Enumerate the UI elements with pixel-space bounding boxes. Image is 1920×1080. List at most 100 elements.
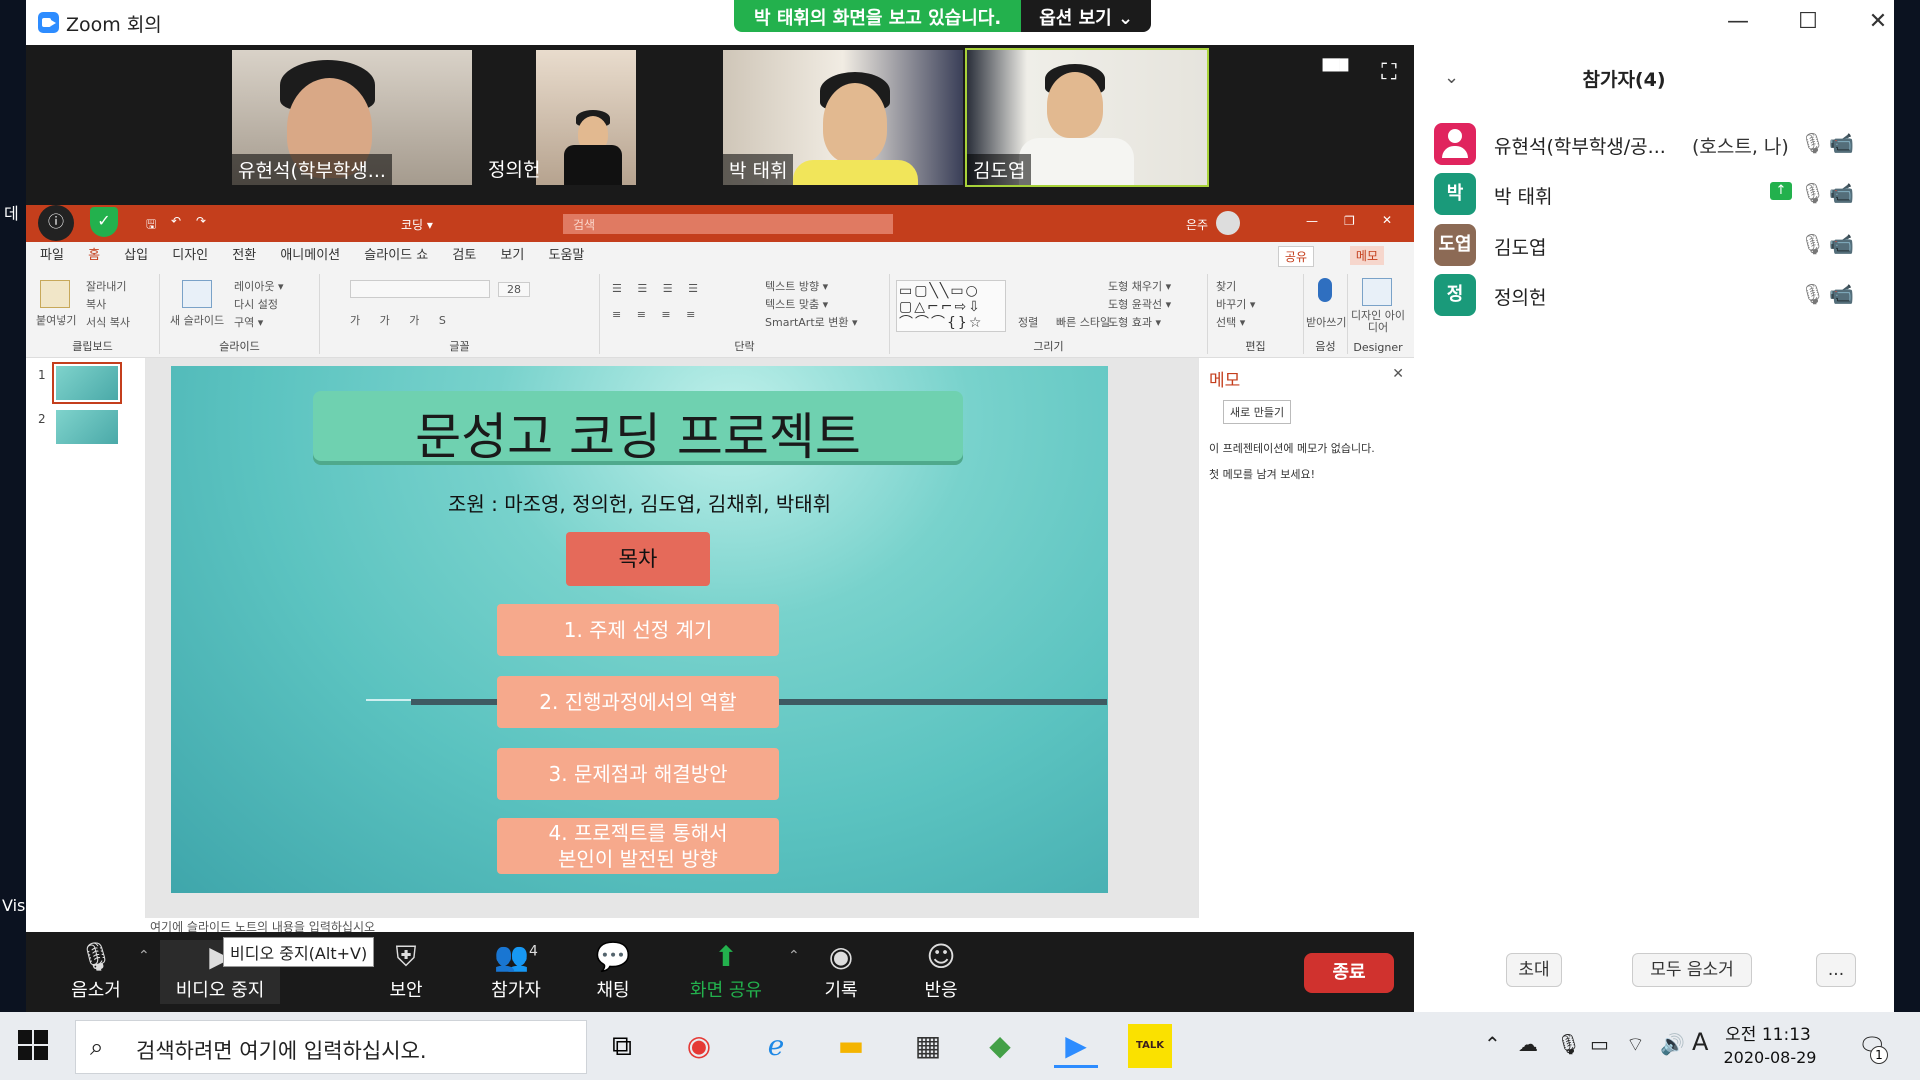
memo-new-button[interactable]: 새로 만들기	[1223, 400, 1292, 424]
kakaotalk-icon[interactable]: TALK	[1128, 1024, 1172, 1068]
shapes-gallery[interactable]: ▭▢╲╲▭○ ▢△⌐⌐⇨⇩ ⌒⌒⌒{}☆	[896, 280, 1006, 332]
audio-options-caret[interactable]: ⌃	[138, 948, 150, 964]
mute-button[interactable]: 🎙 음소거	[56, 940, 136, 1002]
list-icons[interactable]: ☰ ☰ ☰ ☰	[612, 282, 704, 295]
store-icon[interactable]: ▦	[906, 1024, 950, 1068]
video-camera-icon[interactable]: 📹	[1829, 232, 1854, 256]
mute-all-button[interactable]: 모두 음소거	[1632, 953, 1752, 987]
menu-file[interactable]: 파일	[40, 242, 64, 270]
menu-home[interactable]: 홈	[88, 242, 101, 272]
font-size-select[interactable]: 28	[498, 282, 530, 297]
reactions-button[interactable]: ☺ 반응	[901, 940, 981, 1002]
microphone-icon[interactable]: 🎙	[1800, 131, 1825, 155]
new-slide-button[interactable]: 새 슬라이드	[170, 312, 224, 328]
participant-row[interactable]: 도엽 김도엽 🎙 📹	[1434, 219, 1874, 269]
file-explorer-icon[interactable]: ▬	[829, 1024, 873, 1068]
reset-button[interactable]: 다시 설정	[234, 296, 278, 312]
select-button[interactable]: 선택 ▾	[1216, 314, 1245, 330]
volume-icon[interactable]: 🔊	[1660, 1032, 1685, 1056]
end-meeting-button[interactable]: 종료	[1304, 953, 1394, 993]
undo-icon[interactable]: ↶	[171, 214, 181, 228]
slide[interactable]: 문성고 코딩 프로젝트 조원 : 마조영, 정의헌, 김도엽, 김채휘, 박태휘…	[171, 366, 1108, 893]
chrome-icon[interactable]: ◉	[677, 1024, 721, 1068]
fullscreen-icon[interactable]: ⛶	[1374, 60, 1404, 88]
participant-row[interactable]: 유현석(학부학생/공... (호스트, 나) 🎙 📹	[1434, 118, 1874, 168]
invite-button[interactable]: 초대	[1506, 953, 1562, 987]
smartart-button[interactable]: SmartArt로 변환 ▾	[765, 314, 858, 330]
record-button[interactable]: ◉ 기록	[801, 940, 881, 1002]
slide-thumbnail-2[interactable]	[56, 410, 118, 444]
designer-ideas-button[interactable]: 디자인 아이디어	[1350, 310, 1406, 334]
clock-time[interactable]: 오전 11:13	[1718, 1020, 1818, 1045]
document-name[interactable]: 코딩 ▾	[401, 216, 433, 233]
participants-button[interactable]: 👥4 참가자	[471, 940, 561, 1002]
ppt-restore-icon[interactable]: ❐	[1344, 214, 1355, 228]
microphone-icon[interactable]: 🎙	[1800, 282, 1825, 306]
tray-chevron-icon[interactable]: ⌃	[1484, 1032, 1501, 1056]
internet-explorer-icon[interactable]: ℯ	[754, 1024, 798, 1068]
dictate-button[interactable]: 받아쓰기	[1306, 314, 1346, 330]
close-button[interactable]: ✕	[1858, 6, 1898, 38]
video-tile[interactable]: 박 태휘	[723, 50, 963, 185]
microphone-icon[interactable]: 🎙	[1800, 181, 1825, 205]
view-options-button[interactable]: 옵션 보기 ⌄	[1021, 0, 1152, 32]
app-icon[interactable]: ◆	[978, 1024, 1022, 1068]
ppt-memo-button[interactable]: 메모	[1349, 246, 1384, 265]
menu-design[interactable]: 디자인	[172, 242, 208, 270]
memo-close-icon[interactable]: ✕	[1392, 366, 1404, 382]
find-button[interactable]: 찾기	[1216, 278, 1236, 294]
slide-thumbnail-1[interactable]	[52, 362, 122, 404]
maximize-button[interactable]: ☐	[1788, 6, 1828, 38]
arrange-button[interactable]: 정렬	[1018, 314, 1038, 330]
ppt-share-button[interactable]: 공유	[1277, 246, 1314, 267]
video-tile-active-speaker[interactable]: 김도엽	[965, 48, 1209, 187]
quick-styles-button[interactable]: 빠른 스타일	[1056, 314, 1110, 330]
task-view-icon[interactable]: ⧉	[600, 1024, 644, 1068]
shape-outline-button[interactable]: 도형 윤곽선 ▾	[1108, 296, 1171, 312]
battery-icon[interactable]: ▭	[1590, 1032, 1609, 1056]
microphone-tray-icon[interactable]: 🎙	[1556, 1032, 1581, 1056]
ppt-avatar[interactable]	[1216, 211, 1240, 235]
designer-icon[interactable]	[1362, 278, 1392, 306]
microphone-icon[interactable]	[1318, 278, 1332, 302]
menu-review[interactable]: 검토	[452, 242, 476, 270]
onedrive-icon[interactable]: ☁	[1518, 1032, 1538, 1056]
chat-button[interactable]: 💬 채팅	[578, 940, 648, 1002]
new-slide-icon[interactable]	[182, 280, 212, 308]
align-icons[interactable]: ≡ ≡ ≡ ≡	[612, 308, 701, 321]
video-camera-icon[interactable]: 📹	[1829, 181, 1854, 205]
security-button[interactable]: ⛨ 보안	[366, 940, 446, 1002]
layout-button[interactable]: 레이아웃 ▾	[234, 278, 284, 294]
format-painter-button[interactable]: 서식 복사	[86, 314, 130, 330]
paste-icon[interactable]	[40, 280, 70, 308]
section-button[interactable]: 구역 ▾	[234, 314, 263, 330]
video-tile[interactable]: 유현석(학부학생...	[232, 50, 472, 185]
menu-view[interactable]: 보기	[500, 242, 524, 270]
ppt-minimize-icon[interactable]: —	[1306, 214, 1318, 228]
shape-effects-button[interactable]: 도형 효과 ▾	[1108, 314, 1161, 330]
text-direction-button[interactable]: 텍스트 방향 ▾	[765, 278, 828, 294]
share-options-caret[interactable]: ⌃	[788, 948, 800, 964]
minimize-button[interactable]: —	[1718, 6, 1758, 38]
video-camera-icon[interactable]: 📹	[1829, 131, 1854, 155]
more-options-button[interactable]: ...	[1816, 953, 1856, 987]
menu-insert[interactable]: 삽입	[124, 242, 148, 270]
participant-row[interactable]: 박 박 태휘 ↑ 🎙 📹	[1434, 168, 1874, 218]
participant-row[interactable]: 정 정의헌 🎙 📹	[1434, 269, 1874, 319]
slide-notes-input[interactable]: 여기에 슬라이드 노트의 내용을 입력하십시오	[146, 918, 1414, 932]
ppt-close-icon[interactable]: ✕	[1382, 213, 1392, 227]
redo-icon[interactable]: ↷	[196, 214, 206, 228]
windows-start-icon[interactable]	[18, 1030, 50, 1062]
save-icon[interactable]: 🖫	[146, 215, 156, 236]
menu-help[interactable]: 도움말	[548, 242, 584, 270]
shape-fill-button[interactable]: 도형 채우기 ▾	[1108, 278, 1171, 294]
taskbar-search-box[interactable]: ⌕ 검색하려면 여기에 입력하십시오.	[75, 1020, 587, 1074]
microphone-icon[interactable]: 🎙	[1800, 232, 1825, 256]
text-align-button[interactable]: 텍스트 맞춤 ▾	[765, 296, 828, 312]
ime-indicator[interactable]: A	[1692, 1028, 1708, 1056]
font-format-icons[interactable]: 가 가 가 S	[350, 312, 454, 328]
menu-slideshow[interactable]: 슬라이드 쇼	[364, 242, 428, 270]
cut-button[interactable]: 잘라내기	[86, 278, 126, 294]
menu-transitions[interactable]: 전환	[232, 242, 256, 270]
menu-animations[interactable]: 애니메이션	[280, 242, 340, 270]
